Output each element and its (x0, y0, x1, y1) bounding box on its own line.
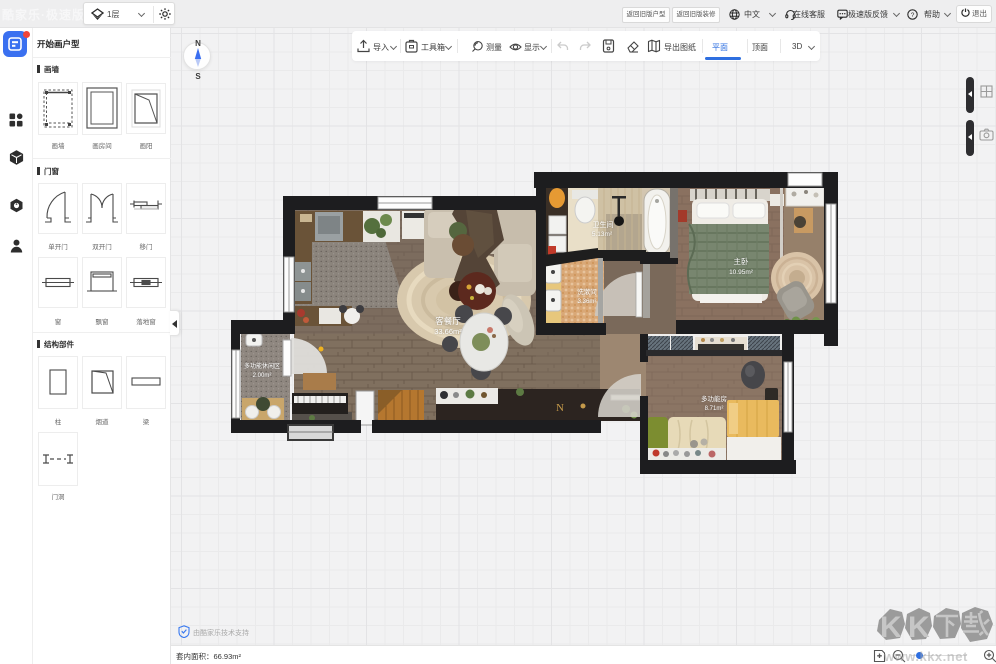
svg-text:K: K (880, 611, 902, 644)
svg-text:卫生间: 卫生间 (593, 220, 614, 229)
svg-text:洗漱间: 洗漱间 (577, 287, 597, 296)
svg-text:N: N (195, 39, 201, 48)
svg-text:2.00m²: 2.00m² (253, 373, 272, 379)
svg-text:3.36m²: 3.36m² (578, 299, 597, 305)
svg-text:8.71m²: 8.71m² (705, 406, 724, 412)
svg-text:多功能房: 多功能房 (701, 394, 727, 403)
svg-text:5.13m²: 5.13m² (592, 231, 613, 238)
svg-text:客餐厅: 客餐厅 (435, 316, 461, 326)
svg-text:S: S (195, 72, 201, 80)
svg-text:K: K (908, 611, 930, 644)
svg-text:主卧: 主卧 (734, 256, 749, 266)
svg-text:33.66m²: 33.66m² (434, 327, 462, 336)
svg-text:多功能休闲区: 多功能休闲区 (244, 362, 280, 370)
svg-text:N: N (556, 402, 564, 414)
svg-text:?: ? (911, 12, 915, 19)
svg-text:10.95m²: 10.95m² (729, 269, 754, 276)
